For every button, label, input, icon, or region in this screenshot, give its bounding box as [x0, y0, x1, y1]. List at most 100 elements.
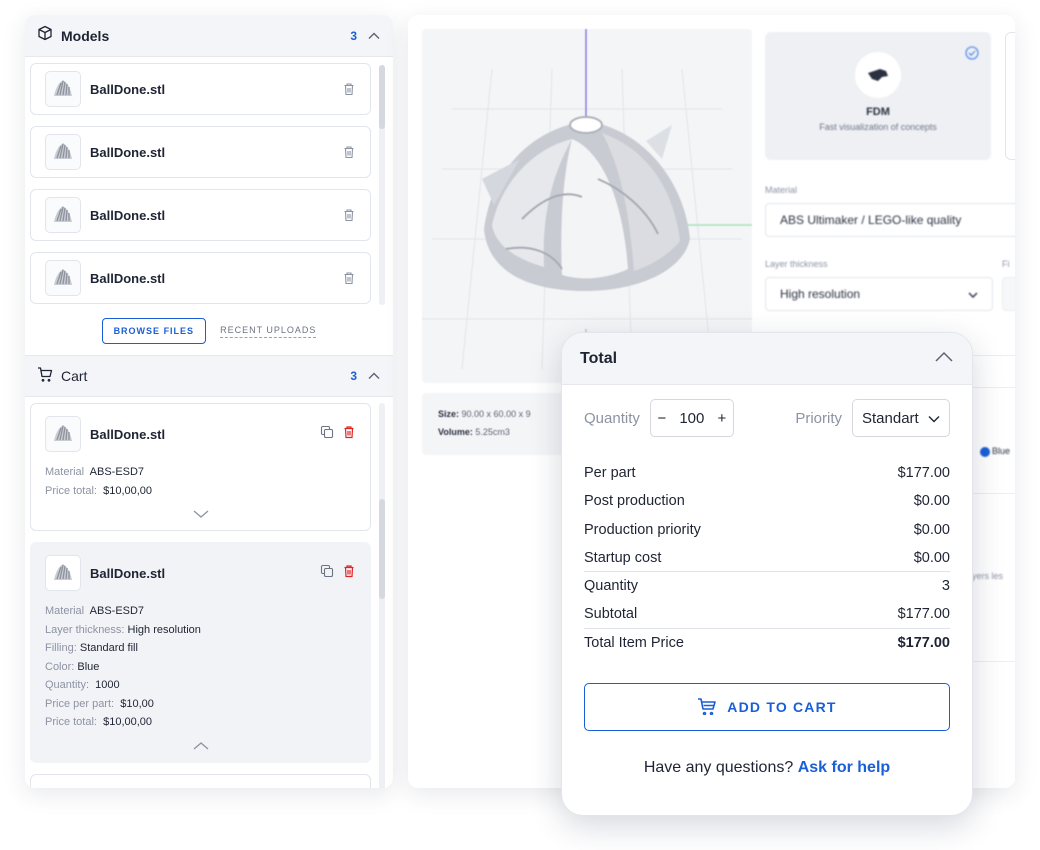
detail-value: $10,00,00	[103, 716, 153, 728]
model-file-card[interactable]: BallDone.stl	[30, 63, 371, 115]
chevron-down-icon	[968, 287, 978, 301]
priority-value: Standart	[862, 409, 919, 427]
color-option-label: Blue	[992, 446, 1011, 456]
collapse-toggle[interactable]	[45, 732, 356, 762]
model-thumbnail	[45, 134, 81, 170]
model-file-card[interactable]: BallDone.stl	[30, 126, 371, 178]
priority-select[interactable]: Standart	[852, 399, 950, 437]
printer-icon	[855, 52, 901, 98]
filling-select[interactable]	[1002, 277, 1015, 311]
model-file-name: BallDone.stl	[90, 81, 166, 97]
ask-for-help-link[interactable]: Ask for help	[798, 759, 890, 776]
cart-count-badge: 3	[350, 369, 357, 383]
detail-key: Material	[45, 466, 85, 478]
detail-value: High resolution	[127, 623, 201, 636]
chevron-up-icon[interactable]	[934, 350, 954, 368]
price-line: Quantity 3	[584, 572, 950, 600]
models-list: BallDone.stl BallDone.stl BallDone.stl B…	[25, 57, 393, 307]
cube-icon	[37, 25, 53, 46]
total-title: Total	[580, 349, 618, 367]
detail-key: Material	[45, 605, 85, 617]
quantity-value[interactable]: 100	[679, 410, 704, 427]
size-value: 90.00 x 60.00 x 9	[461, 409, 531, 419]
detail-value: $10,00	[120, 697, 154, 710]
total-header[interactable]: Total	[562, 333, 972, 385]
model-thumbnail	[45, 260, 81, 296]
trash-icon[interactable]	[342, 145, 356, 159]
left-panel: Models 3 BallDone.stl BallDone.stl BallD…	[25, 15, 393, 788]
cart-item-partial[interactable]	[30, 773, 371, 788]
model-thumbnail	[45, 555, 81, 591]
material-select[interactable]: ABS Ultimaker / LEGO-like quality	[765, 203, 1015, 237]
models-scrollbar[interactable]	[379, 65, 385, 305]
detail-value: $10,00,00	[103, 484, 153, 497]
total-item-price: Total Item Price $177.00	[584, 629, 950, 657]
models-header[interactable]: Models 3	[25, 15, 393, 57]
increment-button[interactable]: +	[718, 410, 727, 427]
scrollbar-thumb[interactable]	[379, 499, 385, 599]
upload-actions: BROWSE FILES RECENT UPLOADS	[25, 307, 393, 355]
layer-thickness-select[interactable]: High resolution	[765, 277, 993, 311]
chevron-down-icon	[928, 410, 940, 427]
material-label: Material	[765, 185, 798, 195]
priority-label: Priority	[795, 409, 842, 427]
volume-value: 5.25cm3	[475, 427, 510, 437]
detail-key: Price total:	[45, 484, 97, 497]
trash-icon[interactable]	[342, 208, 356, 222]
price-breakdown: Per part $177.00 Post production $0.00 Pro…	[562, 459, 972, 657]
expand-toggle[interactable]	[45, 500, 356, 530]
add-to-cart-button[interactable]: ADD TO CART	[584, 683, 950, 732]
price-line: Per part $177.00	[584, 459, 950, 487]
size-label: Size:	[438, 409, 460, 419]
technology-description: Fast visualization of concepts	[819, 122, 937, 132]
cart-item-name: BallDone.stl	[90, 565, 166, 581]
model-file-card[interactable]: BallDone.stl	[30, 252, 371, 304]
filling-label: Fi	[1002, 259, 1010, 269]
browse-files-button[interactable]: BROWSE FILES	[101, 318, 207, 344]
quantity-stepper[interactable]: − 100 +	[649, 399, 734, 437]
technology-name: FDM	[866, 106, 890, 118]
chevron-up-icon[interactable]	[367, 369, 381, 383]
detail-value: 1000	[95, 679, 120, 691]
color-swatch-blue[interactable]	[980, 447, 990, 457]
detail-value: Blue	[77, 660, 100, 673]
cart-item-collapsed[interactable]: BallDone.stl Material ABS-ESD7 Price tot…	[30, 403, 371, 531]
model-file-card[interactable]: BallDone.stl	[30, 189, 371, 241]
model-thumbnail	[45, 197, 81, 233]
model-file-name: BallDone.stl	[90, 270, 166, 286]
detail-value: ABS-ESD7	[89, 466, 145, 478]
detail-value: ABS-ESD7	[89, 605, 145, 617]
delete-icon[interactable]	[342, 564, 356, 583]
cart-header[interactable]: Cart 3	[25, 355, 393, 397]
cart-item-details: Material ABS-ESD7 Layer thickness: High …	[45, 602, 356, 732]
trash-icon[interactable]	[342, 82, 356, 96]
price-line-value: $0.00	[913, 521, 950, 538]
price-line-label: Subtotal	[584, 606, 638, 623]
technology-card-fdm[interactable]: FDM Fast visualization of concepts	[765, 32, 991, 160]
trash-icon[interactable]	[342, 271, 356, 285]
3d-model-viewer[interactable]	[422, 29, 752, 383]
price-line-value: 3	[941, 578, 950, 595]
cart-item-expanded[interactable]: BallDone.stl Material ABS-ESD7 Layer thi…	[30, 542, 371, 763]
chevron-up-icon[interactable]	[367, 29, 381, 43]
duplicate-icon[interactable]	[320, 564, 334, 583]
model-file-name: BallDone.stl	[90, 207, 166, 223]
decrement-button[interactable]: −	[657, 410, 666, 427]
model-dimensions: Size: 90.00 x 60.00 x 9 Volume: 5.25cm3	[422, 393, 582, 455]
price-line: Post production $0.00	[584, 487, 950, 515]
models-count-badge: 3	[350, 28, 357, 43]
scrollbar-thumb[interactable]	[379, 65, 385, 129]
chevron-down-icon[interactable]	[193, 506, 209, 524]
quantity-label: Quantity	[584, 409, 640, 427]
volume-label: Volume:	[438, 427, 473, 437]
delete-icon[interactable]	[342, 425, 356, 444]
chevron-up-icon[interactable]	[193, 738, 209, 756]
price-line-value: $0.00	[913, 493, 950, 510]
price-line: Production priority $0.00	[584, 516, 950, 544]
detail-key: Color:	[45, 660, 75, 673]
recent-uploads-link[interactable]: RECENT UPLOADS	[220, 325, 317, 338]
detail-key: Layer thickness:	[45, 623, 125, 636]
technology-card-partial[interactable]	[1005, 32, 1015, 160]
duplicate-icon[interactable]	[320, 425, 334, 444]
cart-scrollbar[interactable]	[379, 403, 385, 788]
